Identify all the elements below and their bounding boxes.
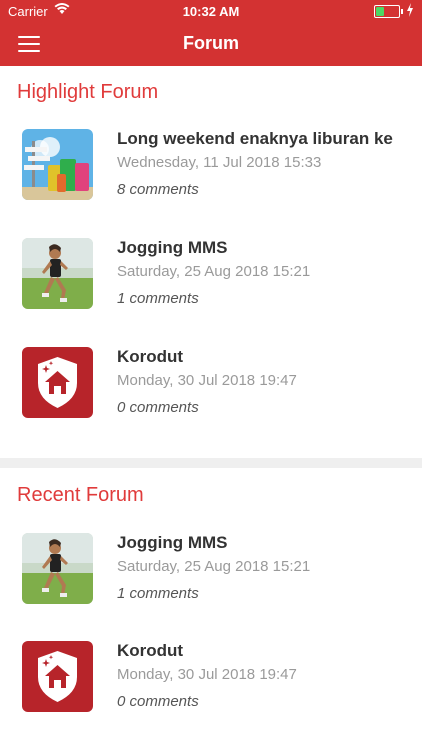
item-comments: 0 comments — [117, 399, 199, 416]
item-date: Saturday, 25 Aug 2018 15:21 — [117, 263, 311, 280]
item-comments: 8 comments — [117, 181, 199, 198]
item-date: Saturday, 25 Aug 2018 15:21 — [117, 558, 311, 575]
highlight-item-1[interactable]: Jogging MMS Saturday, 25 Aug 2018 15:21 … — [0, 238, 422, 328]
highlight-item-2[interactable]: Korodut Monday, 30 Jul 2018 19:47 0 comm… — [0, 347, 422, 437]
item-title: Long weekend enaknya liburan ke — [117, 129, 393, 148]
item-title: Jogging MMS — [117, 238, 228, 257]
highlight-forum-heading: Highlight Forum — [17, 81, 159, 103]
navigation-bar: Forum — [0, 22, 422, 66]
recent-forum-heading: Recent Forum — [17, 484, 144, 506]
section-divider — [0, 458, 422, 468]
charging-bolt-icon — [407, 3, 413, 17]
recent-item-1[interactable]: Korodut Monday, 30 Jul 2018 19:47 0 comm… — [0, 641, 422, 731]
page-title: Forum — [183, 33, 239, 53]
item-date: Monday, 30 Jul 2018 19:47 — [117, 372, 297, 389]
travel-suitcases-image — [22, 129, 93, 200]
battery-icon — [374, 5, 403, 18]
item-date: Monday, 30 Jul 2018 19:47 — [117, 666, 297, 683]
item-title: Jogging MMS — [117, 533, 228, 552]
item-comments: 0 comments — [117, 693, 199, 710]
status-bar: Carrier 10:32 AM — [0, 0, 422, 22]
recent-item-0[interactable]: Jogging MMS Saturday, 25 Aug 2018 15:21 … — [0, 533, 422, 623]
shield-house-icon — [22, 347, 93, 418]
jogging-woman-image — [22, 238, 93, 309]
item-comments: 1 comments — [117, 585, 199, 602]
status-time: 10:32 AM — [182, 4, 240, 19]
item-title: Korodut — [117, 347, 184, 366]
highlight-item-0[interactable]: Long weekend enaknya liburan ke Wednesda… — [0, 129, 422, 219]
item-comments: 1 comments — [117, 290, 199, 307]
item-title: Korodut — [117, 641, 184, 660]
jogging-woman-image — [22, 533, 93, 604]
item-date: Wednesday, 11 Jul 2018 15:33 — [117, 154, 322, 171]
shield-house-icon — [22, 641, 93, 712]
